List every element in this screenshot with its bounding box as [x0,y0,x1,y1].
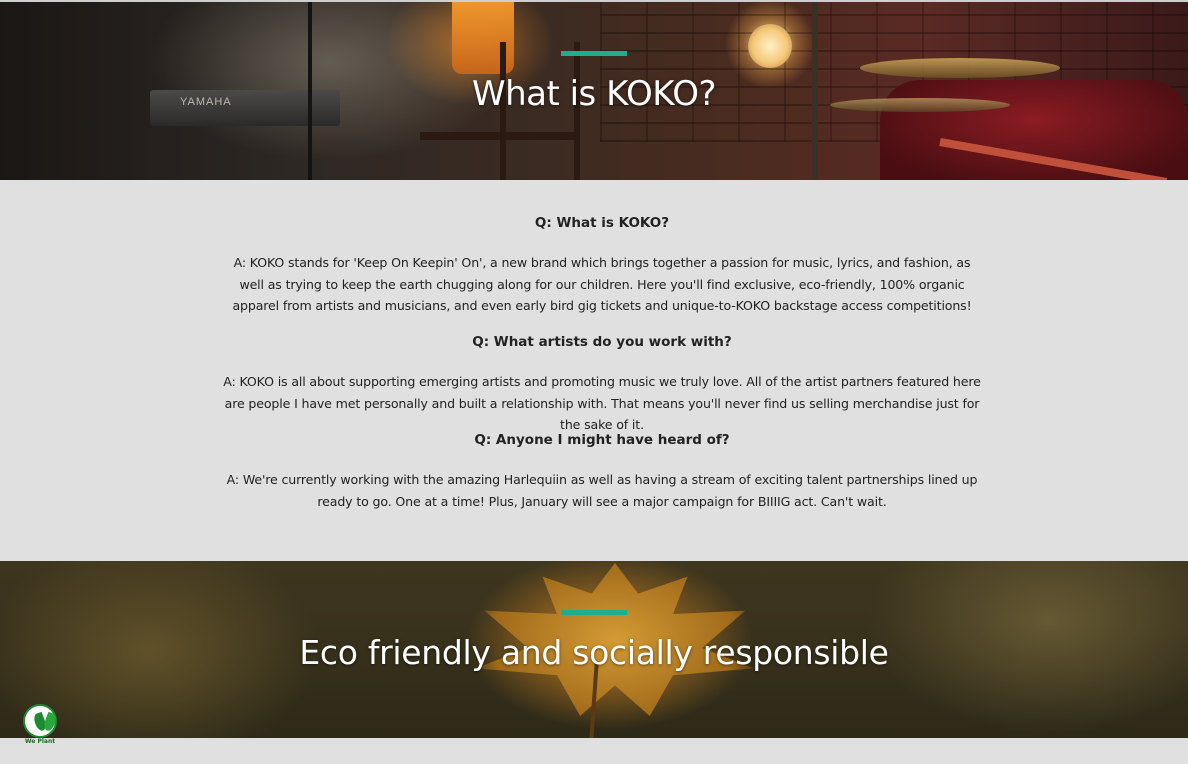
sprout-leaf-icon [23,704,58,738]
faq-answer: A: KOKO stands for 'Keep On Keepin' On',… [232,255,972,313]
we-plant-badge[interactable]: We Plant [20,704,60,748]
faq-item: A: KOKO is all about supporting emerging… [221,371,983,436]
hero-eco-friendly: Eco friendly and socially responsible [0,561,1188,738]
faq-item: Q: Anyone I might have heard of? [221,432,983,448]
faq-item: Q: What is KOKO? [221,215,983,231]
chair-rail-photo-detail [420,132,580,140]
badge-label: We Plant [24,738,56,745]
faq-section: Q: What is KOKO? A: KOKO stands for 'Kee… [0,180,1188,561]
faq-question: Q: What artists do you work with? [472,334,732,350]
faq-answer: A: We're currently working with the amaz… [226,472,978,509]
hero-title: What is KOKO? [471,74,717,114]
faq-question: Q: What is KOKO? [534,215,670,231]
faq-item: A: We're currently working with the amaz… [221,469,983,512]
page-footer-band [0,738,1188,764]
hero-what-is-koko: YAMAHA What is KOKO? [0,2,1188,180]
faq-question: Q: Anyone I might have heard of? [474,432,730,448]
hero-accent-bar [561,610,627,615]
faq-answer: A: KOKO is all about supporting emerging… [223,374,981,432]
leaf-right-shape [42,711,58,733]
faq-item: Q: What artists do you work with? [221,334,983,350]
hero-accent-bar [561,51,627,56]
bulb-photo-detail [748,24,792,68]
faq-item: A: KOKO stands for 'Keep On Keepin' On',… [221,252,983,317]
hero-title: Eco friendly and socially responsible [299,633,889,672]
